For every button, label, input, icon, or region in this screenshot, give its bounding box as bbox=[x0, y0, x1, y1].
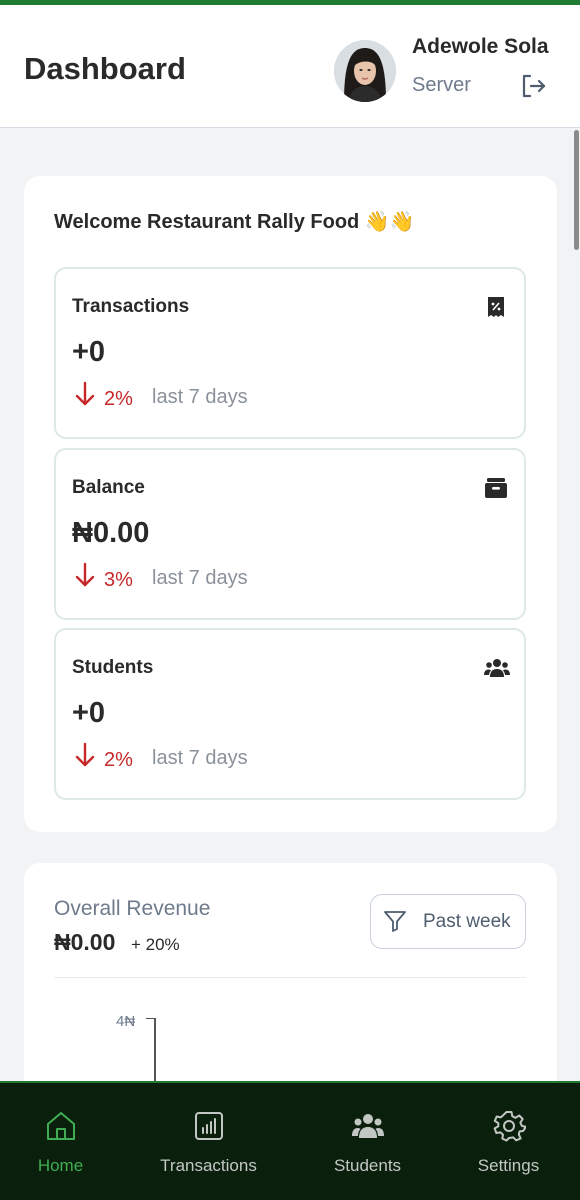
gear-icon bbox=[492, 1109, 527, 1143]
revenue-value: ₦0.00 bbox=[54, 929, 116, 955]
user-role: Server bbox=[412, 74, 471, 96]
card-title: Transactions bbox=[72, 296, 190, 317]
logout-icon[interactable] bbox=[518, 71, 548, 101]
revenue-change: + 20% bbox=[131, 935, 180, 954]
y-axis bbox=[154, 1018, 156, 1088]
trend-percent: 2% bbox=[104, 749, 133, 771]
period-filter-button[interactable]: Past week bbox=[370, 894, 526, 949]
home-icon bbox=[44, 1109, 78, 1143]
welcome-message: Welcome Restaurant Rally Food 👋👋 bbox=[54, 211, 415, 233]
nav-item-students[interactable]: Students bbox=[295, 1083, 440, 1200]
transactions-card[interactable]: Transactions +0 2% last 7 days bbox=[54, 267, 526, 439]
nav-item-transactions[interactable]: Transactions bbox=[136, 1083, 281, 1200]
nav-label: Home bbox=[37, 1156, 84, 1175]
avatar[interactable] bbox=[334, 40, 396, 102]
nav-label: Settings bbox=[477, 1156, 540, 1175]
arrow-down-icon bbox=[74, 562, 96, 588]
filter-icon bbox=[382, 908, 408, 934]
trend-percent: 2% bbox=[104, 388, 133, 410]
user-name: Adewole Sola bbox=[412, 35, 549, 58]
card-title: Balance bbox=[72, 477, 145, 498]
users-icon bbox=[351, 1109, 385, 1143]
nav-label: Students bbox=[333, 1156, 402, 1175]
trend-period: last 7 days bbox=[152, 747, 248, 769]
students-card[interactable]: Students +0 2% last 7 days bbox=[54, 628, 526, 800]
filter-label: Past week bbox=[423, 911, 511, 932]
welcome-panel: Welcome Restaurant Rally Food 👋👋 Transac… bbox=[24, 176, 557, 832]
wallet-icon bbox=[484, 476, 508, 500]
card-title: Students bbox=[72, 657, 154, 678]
balance-card[interactable]: Balance ₦0.00 3% last 7 days bbox=[54, 448, 526, 620]
trend-period: last 7 days bbox=[152, 567, 248, 589]
top-bar: Dashboard Adewole Sola Server bbox=[0, 0, 580, 128]
users-icon bbox=[484, 656, 510, 680]
revenue-title: Overall Revenue bbox=[54, 897, 211, 920]
nav-item-home[interactable]: Home bbox=[0, 1083, 133, 1200]
trend-percent: 3% bbox=[104, 569, 133, 591]
nav-item-settings[interactable]: Settings bbox=[436, 1083, 580, 1200]
scrollbar[interactable] bbox=[574, 130, 579, 250]
page-title: Dashboard bbox=[24, 51, 186, 86]
arrow-down-icon bbox=[74, 742, 96, 768]
y-axis-tick-label: 4₦ bbox=[116, 1013, 136, 1030]
divider bbox=[54, 977, 526, 978]
nav-label: Transactions bbox=[160, 1156, 257, 1175]
bottom-navigation: Home Transactions Students Settings bbox=[0, 1081, 580, 1200]
receipt-icon bbox=[484, 295, 508, 319]
card-value: +0 bbox=[72, 336, 106, 368]
chart-icon bbox=[192, 1109, 226, 1143]
card-value: +0 bbox=[72, 697, 106, 729]
card-value: ₦0.00 bbox=[72, 517, 150, 549]
arrow-down-icon bbox=[74, 381, 96, 407]
trend-period: last 7 days bbox=[152, 386, 248, 408]
